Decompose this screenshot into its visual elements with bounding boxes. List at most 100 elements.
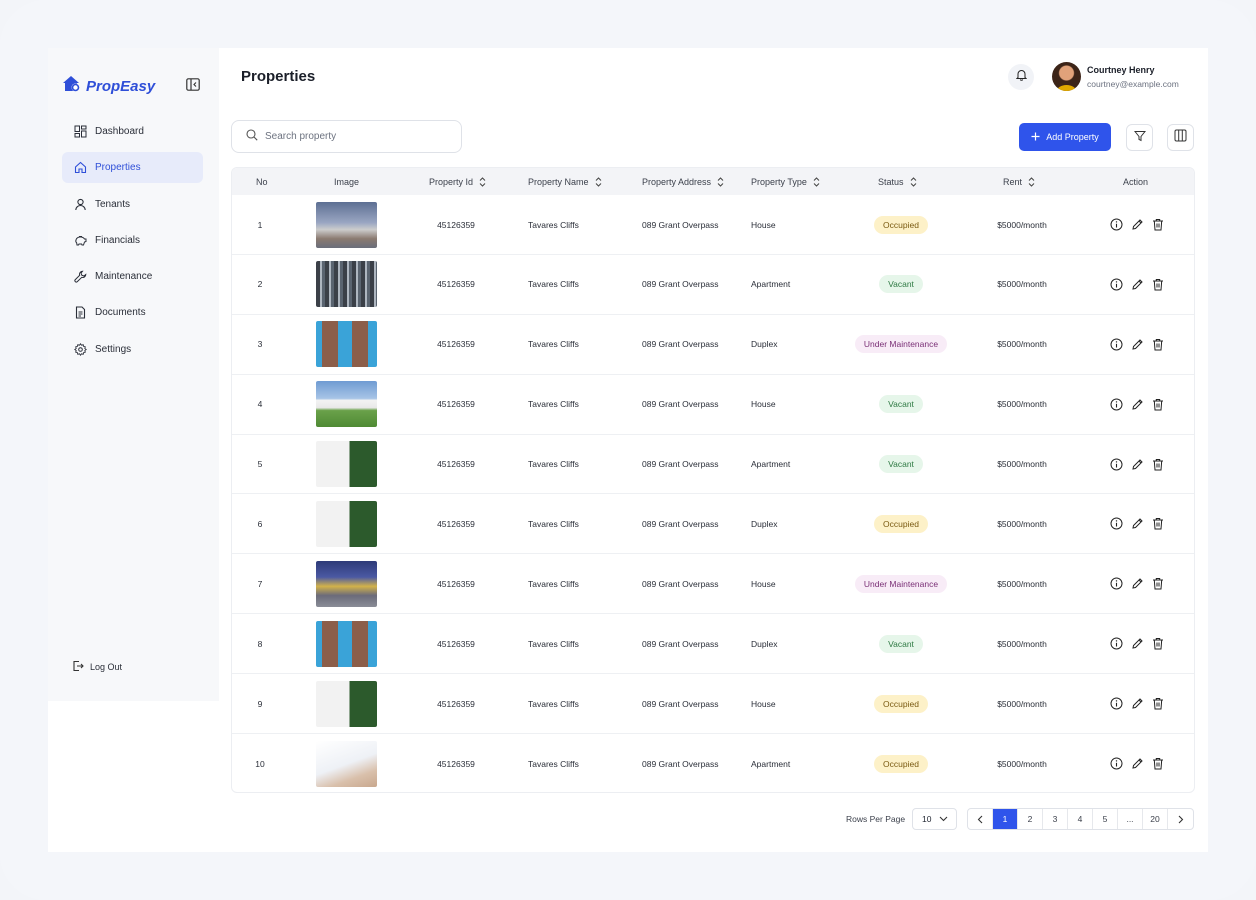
next-page-button[interactable]: [1168, 809, 1193, 829]
sort-icon[interactable]: [595, 176, 602, 187]
property-id: 45126359: [437, 638, 475, 649]
table-row[interactable]: 10 45126359 Tavares Cliffs 089 Grant Overpa…: [232, 734, 1194, 792]
column-header-property-name[interactable]: Property Name: [528, 168, 602, 195]
info-icon[interactable]: [1109, 277, 1123, 291]
property-image-cell: [316, 674, 377, 733]
info-icon[interactable]: [1109, 757, 1123, 771]
info-icon[interactable]: [1109, 337, 1123, 351]
info-icon[interactable]: [1109, 577, 1123, 591]
page-button[interactable]: 20: [1143, 809, 1168, 829]
table-row[interactable]: 6 45126359 Tavares Cliffs 089 Grant Overpas…: [232, 494, 1194, 555]
trash-icon[interactable]: [1151, 517, 1165, 531]
trash-icon[interactable]: [1151, 757, 1165, 771]
property-image[interactable]: [316, 321, 377, 368]
trash-icon[interactable]: [1151, 337, 1165, 351]
search-bar[interactable]: [231, 120, 462, 153]
info-icon[interactable]: [1109, 218, 1123, 232]
edit-icon[interactable]: [1130, 397, 1144, 411]
column-header-status[interactable]: Status: [878, 168, 917, 195]
prev-page-button[interactable]: [968, 809, 993, 829]
trash-icon[interactable]: [1151, 457, 1165, 471]
table-row[interactable]: 4 45126359 Tavares Cliffs 089 Grant Overpas…: [232, 375, 1194, 435]
info-icon[interactable]: [1109, 517, 1123, 531]
trash-icon[interactable]: [1151, 218, 1165, 232]
trash-icon[interactable]: [1151, 637, 1165, 651]
search-input[interactable]: [265, 131, 445, 142]
property-image[interactable]: [316, 560, 377, 607]
info-icon[interactable]: [1109, 637, 1123, 651]
info-icon[interactable]: [1109, 697, 1123, 711]
edit-icon[interactable]: [1130, 218, 1144, 232]
sort-icon[interactable]: [1028, 176, 1035, 187]
info-icon[interactable]: [1109, 457, 1123, 471]
property-image[interactable]: [316, 680, 377, 727]
table-row[interactable]: 8 45126359 Tavares Cliffs 089 Grant Overpas…: [232, 614, 1194, 675]
edit-icon[interactable]: [1130, 637, 1144, 651]
edit-icon[interactable]: [1130, 337, 1144, 351]
bell-icon: [1015, 68, 1027, 86]
property-image[interactable]: [316, 740, 377, 787]
column-header-property-type[interactable]: Property Type: [751, 168, 820, 195]
table-row[interactable]: 5 45126359 Tavares Cliffs 089 Grant Overpas…: [232, 435, 1194, 495]
sidebar-item-dashboard[interactable]: Dashboard: [62, 116, 203, 147]
sort-icon[interactable]: [479, 176, 486, 187]
edit-icon[interactable]: [1130, 757, 1144, 771]
property-image[interactable]: [316, 441, 377, 488]
edit-icon[interactable]: [1130, 517, 1144, 531]
sidebar-item-properties[interactable]: Properties: [62, 152, 203, 184]
table-row[interactable]: 2 45126359 Tavares Cliffs 089 Grant Overpas…: [232, 255, 1194, 315]
property-image[interactable]: [316, 500, 377, 547]
logout-button[interactable]: Log Out: [72, 660, 122, 674]
sort-icon[interactable]: [717, 176, 724, 187]
notifications-button[interactable]: [1008, 64, 1034, 90]
table-row[interactable]: 9 45126359 Tavares Cliffs 089 Grant Overpas…: [232, 674, 1194, 735]
sidebar-item-documents[interactable]: Documents: [62, 297, 203, 328]
table-row[interactable]: 3 45126359 Tavares Cliffs 089 Grant Overpas…: [232, 315, 1194, 375]
brand-logo[interactable]: PropEasy: [62, 75, 155, 98]
sort-icon[interactable]: [910, 176, 917, 187]
columns-button[interactable]: [1167, 124, 1194, 151]
status-badge: Under Maintenance: [854, 574, 948, 593]
property-name: Tavares Cliffs: [528, 638, 579, 649]
sidebar-item-maintenance[interactable]: Maintenance: [62, 261, 203, 292]
info-icon[interactable]: [1109, 397, 1123, 411]
trash-icon[interactable]: [1151, 577, 1165, 591]
filter-button[interactable]: [1126, 124, 1153, 151]
sidebar-item-tenants[interactable]: Tenants: [62, 189, 203, 220]
property-image[interactable]: [316, 201, 377, 248]
property-image[interactable]: [316, 261, 377, 308]
trash-icon[interactable]: [1151, 277, 1165, 291]
page-button[interactable]: 3: [1043, 809, 1068, 829]
page-button[interactable]: 2: [1018, 809, 1043, 829]
sidebar-item-financials[interactable]: Financials: [62, 225, 203, 256]
sidebar-item-settings[interactable]: Settings: [62, 334, 203, 365]
row-number: 6: [257, 518, 263, 529]
page-button[interactable]: 5: [1093, 809, 1118, 829]
trash-icon[interactable]: [1151, 397, 1165, 411]
property-id: 45126359: [437, 578, 475, 589]
column-header-property-id[interactable]: Property Id: [429, 168, 486, 195]
property-type: Apartment: [751, 279, 791, 290]
rows-per-page-select[interactable]: 10: [912, 808, 957, 830]
property-image[interactable]: [316, 620, 377, 667]
edit-icon[interactable]: [1130, 277, 1144, 291]
property-name: Tavares Cliffs: [528, 279, 579, 290]
column-header-rent[interactable]: Rent: [1003, 168, 1035, 195]
table-row[interactable]: 1 45126359 Tavares Cliffs 089 Grant Overpas…: [232, 195, 1194, 255]
table-row[interactable]: 7 45126359 Tavares Cliffs 089 Grant Overpas…: [232, 554, 1194, 615]
avatar[interactable]: [1052, 62, 1081, 91]
add-property-button[interactable]: Add Property: [1019, 123, 1111, 151]
edit-icon[interactable]: [1130, 457, 1144, 471]
trash-icon[interactable]: [1151, 697, 1165, 711]
collapse-sidebar-icon[interactable]: [186, 78, 200, 91]
property-image[interactable]: [316, 381, 377, 428]
sort-icon[interactable]: [813, 176, 820, 187]
app-window: PropEasy Dashboard Properties Tenants Finan…: [48, 48, 1208, 852]
document-icon: [74, 306, 87, 320]
page-button[interactable]: 4: [1068, 809, 1093, 829]
status-cell: Occupied: [832, 195, 970, 254]
edit-icon[interactable]: [1130, 577, 1144, 591]
page-button[interactable]: 1: [993, 809, 1018, 829]
column-header-property-address[interactable]: Property Address: [642, 168, 724, 195]
edit-icon[interactable]: [1130, 697, 1144, 711]
